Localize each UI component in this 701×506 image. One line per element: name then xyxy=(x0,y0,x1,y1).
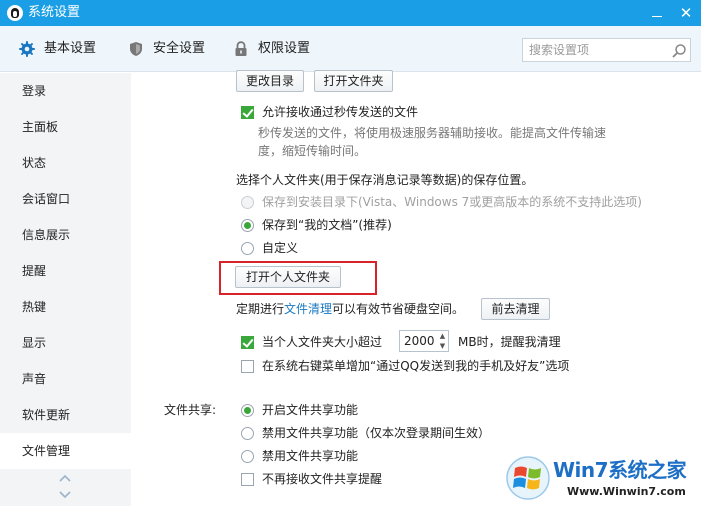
open-folder-button[interactable]: 打开文件夹 xyxy=(314,70,393,92)
size-limit-checkbox[interactable] xyxy=(241,336,254,349)
search-icon[interactable] xyxy=(671,43,687,59)
allow-instant-transfer-checkbox[interactable] xyxy=(241,106,254,119)
lock-icon xyxy=(235,41,247,56)
instant-transfer-description: 秒传发送的文件，将使用极速服务器辅助接收。能提高文件传输速 xyxy=(258,126,607,140)
sidebar-item-file-management[interactable]: 文件管理 xyxy=(0,433,131,469)
sidebar-item-chat-window[interactable]: 会话窗口 xyxy=(0,181,131,217)
context-menu-label: 在系统右键菜单增加“通过QQ发送到我的手机及好友”选项 xyxy=(262,359,570,373)
tab-basic-settings[interactable]: 基本设置 xyxy=(19,39,99,59)
sidebar-item-display[interactable]: 显示 xyxy=(0,325,131,361)
instant-transfer-description-cont: 度，缩短传输时间。 xyxy=(258,144,367,158)
tab-label: 权限设置 xyxy=(258,41,311,56)
tab-label: 基本设置 xyxy=(44,41,97,56)
minimize-button[interactable] xyxy=(646,3,668,23)
tab-permission-settings[interactable]: 权限设置 xyxy=(233,39,313,59)
close-button[interactable]: ✕ xyxy=(675,3,697,23)
title-bar: 系统设置 ✕ xyxy=(0,0,701,26)
watermark: Win7系统之家 Www.Winwin7.com xyxy=(505,452,701,506)
save-to-my-documents-label: 保存到“我的文档”(推荐) xyxy=(262,218,392,232)
cleanup-hint: 定期进行文件清理可以有效节省硬盘空间。 xyxy=(236,301,464,317)
tab-bar: 基本设置 安全设置 权限设置 xyxy=(0,26,701,72)
watermark-brand: Win7系统之家 xyxy=(553,458,687,482)
share-enable-label: 开启文件共享功能 xyxy=(262,403,359,417)
cleanup-prefix: 定期进行 xyxy=(236,302,285,316)
personal-folder-heading: 选择个人文件夹(用于保存消息记录等数据)的保存位置。 xyxy=(236,173,534,187)
share-disable-label: 禁用文件共享功能 xyxy=(262,449,359,463)
search-box[interactable] xyxy=(522,38,691,62)
sidebar-item-status[interactable]: 状态 xyxy=(0,145,131,181)
share-disable-once-label: 禁用文件共享功能（仅本次登录期间生效） xyxy=(262,426,491,440)
size-limit-unit-label: MB时，提醒我清理 xyxy=(458,335,561,349)
save-to-install-dir-label: 保存到安装目录下(Vista、Windows 7或更高版本的系统不支持此选项) xyxy=(262,195,642,209)
change-directory-button[interactable]: 更改目录 xyxy=(236,70,304,92)
share-enable-radio[interactable] xyxy=(241,404,254,417)
sidebar-item-login[interactable]: 登录 xyxy=(0,73,131,109)
sidebar-item-main-panel[interactable]: 主面板 xyxy=(0,109,131,145)
stepper-up-icon[interactable]: ▲ xyxy=(437,331,448,341)
sidebar-item-sound[interactable]: 声音 xyxy=(0,361,131,397)
save-to-install-dir-radio xyxy=(241,196,254,209)
tab-security-settings[interactable]: 安全设置 xyxy=(128,39,208,59)
shield-icon xyxy=(130,42,142,56)
search-input[interactable] xyxy=(529,42,664,58)
share-disable-radio[interactable] xyxy=(241,450,254,463)
share-disable-once-radio[interactable] xyxy=(241,427,254,440)
cleanup-suffix: 可以有效节省硬盘空间。 xyxy=(332,302,465,316)
share-no-remind-checkbox[interactable] xyxy=(241,473,254,486)
open-personal-folder-button[interactable]: 打开个人文件夹 xyxy=(235,266,341,288)
sidebar-item-hotkeys[interactable]: 热键 xyxy=(0,289,131,325)
size-limit-stepper[interactable]: ▲ ▼ xyxy=(399,330,449,352)
share-no-remind-label: 不再接收文件共享提醒 xyxy=(262,472,383,486)
custom-location-label: 自定义 xyxy=(262,241,299,255)
sidebar-item-reminders[interactable]: 提醒 xyxy=(0,253,131,289)
stepper-down-icon[interactable]: ▼ xyxy=(437,341,448,351)
gear-icon xyxy=(19,41,35,57)
qq-logo-icon xyxy=(7,5,23,21)
sidebar: 登录 主面板 状态 会话窗口 信息展示 提醒 热键 显示 声音 软件更新 文件管… xyxy=(0,73,131,506)
windows-logo-icon xyxy=(506,456,550,500)
allow-instant-transfer-label: 允许接收通过秒传发送的文件 xyxy=(262,105,419,119)
watermark-url: Www.Winwin7.com xyxy=(567,485,686,498)
file-share-label: 文件共享: xyxy=(164,403,217,417)
context-menu-checkbox[interactable] xyxy=(241,360,254,373)
size-limit-label: 当个人文件夹大小超过 xyxy=(262,335,383,349)
tab-label: 安全设置 xyxy=(153,41,206,56)
save-to-my-documents-radio[interactable] xyxy=(241,219,254,232)
window-title: 系统设置 xyxy=(28,5,81,20)
size-limit-input[interactable] xyxy=(404,333,436,349)
minimize-icon xyxy=(652,16,662,17)
scroll-up-icon[interactable] xyxy=(57,472,73,484)
sidebar-item-software-update[interactable]: 软件更新 xyxy=(0,397,131,433)
custom-location-radio[interactable] xyxy=(241,242,254,255)
file-cleanup-link[interactable]: 文件清理 xyxy=(284,302,332,316)
sidebar-item-info-display[interactable]: 信息展示 xyxy=(0,217,131,253)
go-cleanup-button[interactable]: 前去清理 xyxy=(481,298,550,320)
scroll-down-icon[interactable] xyxy=(57,489,73,501)
